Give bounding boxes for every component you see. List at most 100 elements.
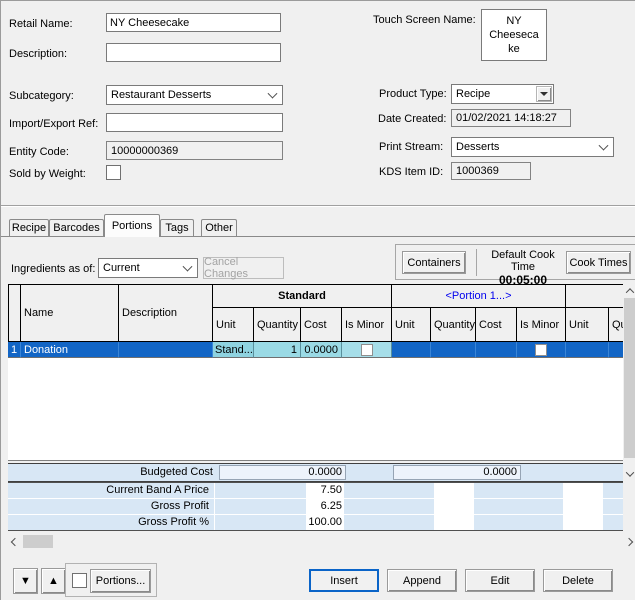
kds-item-id-field: 1000369 — [451, 162, 531, 180]
append-button[interactable]: Append — [387, 569, 457, 592]
divider — [476, 249, 477, 276]
summary-row-label: Current Band A Price — [8, 483, 214, 498]
date-created-field: 01/02/2021 14:18:27 — [451, 109, 571, 127]
dropdown-button[interactable] — [536, 86, 552, 102]
group-header-portion-1[interactable]: <Portion 1...> — [392, 284, 566, 308]
kds-item-id-label: KDS Item ID: — [379, 166, 443, 178]
tab-recipe[interactable]: Recipe — [9, 219, 49, 236]
portions-label: Portions... — [96, 575, 146, 587]
cell-portion-unit[interactable] — [392, 342, 431, 358]
insert-label: Insert — [330, 575, 358, 587]
default-cook-time: Default Cook Time 00:05:00 — [480, 249, 566, 287]
ingredients-as-of-label: Ingredients as of: — [11, 263, 95, 275]
chevron-down-icon — [268, 89, 278, 99]
cell-next-quantity[interactable] — [609, 342, 623, 358]
tab-tags[interactable]: Tags — [160, 219, 194, 236]
column-header-unit: Unit — [213, 308, 254, 342]
vertical-scrollbar-thumb[interactable] — [624, 298, 635, 458]
move-down-button[interactable]: ▼ — [13, 568, 38, 594]
portions-checkbox[interactable] — [72, 573, 87, 588]
column-header-is-minor: Is Minor — [342, 308, 392, 342]
cell-portion-cost[interactable] — [476, 342, 517, 358]
tab-other[interactable]: Other — [201, 219, 237, 236]
edit-label: Edit — [491, 575, 510, 587]
column-header-is-minor: Is Minor — [517, 308, 566, 342]
summary-row: Gross Profit 6.25 — [8, 499, 623, 515]
cell-next-unit[interactable] — [566, 342, 609, 358]
entity-code-label: Entity Code: — [9, 146, 69, 158]
summary-value-standard: 6.25 — [306, 499, 344, 514]
cook-times-button[interactable]: Cook Times — [566, 251, 631, 274]
scroll-down-button[interactable] — [623, 467, 635, 480]
cell-standard-cost[interactable]: 0.0000 — [301, 342, 342, 358]
cell-standard-unit[interactable]: Stand... — [213, 342, 254, 358]
summary-value-standard: 100.00 — [306, 515, 344, 530]
cell-standard-quantity[interactable]: 1 — [254, 342, 301, 358]
product-type-value: Recipe — [456, 88, 490, 100]
insert-button[interactable]: Insert — [309, 569, 379, 592]
subcategory-select[interactable]: Restaurant Desserts — [106, 85, 283, 105]
column-header-quantity: Quantity — [431, 308, 476, 342]
containers-label: Containers — [407, 257, 460, 269]
touch-screen-name-field[interactable]: NY Cheeseca ke — [481, 9, 547, 61]
portions-button[interactable]: Portions... — [90, 569, 151, 593]
summary-value-portion — [434, 515, 474, 530]
cell-description[interactable] — [119, 342, 213, 358]
row-number-cell[interactable]: 1 — [8, 342, 21, 358]
budgeted-cost-portion-field: 0.0000 — [393, 465, 521, 480]
cell-name[interactable]: Donation — [21, 342, 119, 358]
portions-group: Portions... — [65, 563, 157, 597]
cell-portion-quantity[interactable] — [431, 342, 476, 358]
tab-barcodes[interactable]: Barcodes — [49, 219, 104, 236]
summary-row-label: Gross Profit % — [8, 515, 214, 530]
description-label: Description: — [9, 48, 67, 60]
move-up-button[interactable]: ▲ — [41, 568, 66, 594]
summary-value-portion — [434, 483, 474, 498]
summary-value-portion — [434, 499, 474, 514]
import-export-input[interactable] — [106, 113, 283, 132]
summary-row-label: Gross Profit — [8, 499, 214, 514]
summary-value-standard: 7.50 — [306, 483, 344, 498]
budgeted-cost-standard-field: 0.0000 — [219, 465, 346, 480]
summary-row: Gross Profit % 100.00 — [8, 515, 623, 530]
cook-times-label: Cook Times — [569, 257, 627, 269]
horizontal-scrollbar-thumb[interactable] — [23, 535, 53, 548]
is-minor-checkbox[interactable] — [535, 344, 547, 356]
retail-name-label: Retail Name: — [9, 18, 73, 30]
triangle-up-icon: ▲ — [48, 575, 59, 587]
scroll-right-button[interactable] — [622, 534, 635, 549]
print-stream-select[interactable]: Desserts — [451, 137, 614, 157]
summary-value-next — [563, 483, 603, 498]
price-summary: Current Band A Price 7.50 Gross Profit 6… — [8, 482, 623, 531]
scroll-left-button[interactable] — [8, 534, 22, 549]
summary-value-next — [563, 515, 603, 530]
cook-time-panel: Containers Default Cook Time 00:05:00 Co… — [395, 244, 635, 280]
ingredients-as-of-select[interactable]: Current — [98, 258, 198, 278]
group-header-next — [566, 284, 623, 308]
containers-button[interactable]: Containers — [402, 251, 466, 274]
kds-item-id-value: 1000369 — [456, 165, 499, 177]
tab-label: Other — [205, 222, 233, 234]
column-header-cost: Cost — [301, 308, 342, 342]
sold-by-weight-label: Sold by Weight: — [9, 168, 86, 180]
retail-name-input[interactable] — [106, 13, 281, 32]
cancel-changes-button: Cancel Changes — [203, 257, 284, 279]
is-minor-checkbox[interactable] — [361, 344, 373, 356]
touch-screen-name-label: Touch Screen Name: — [373, 14, 476, 26]
divider — [1, 206, 635, 207]
horizontal-scrollbar[interactable] — [8, 534, 635, 549]
tab-label: Tags — [165, 222, 188, 234]
tab-portions[interactable]: Portions — [104, 214, 160, 237]
scroll-up-button[interactable] — [623, 284, 635, 297]
budgeted-cost-label: Budgeted Cost — [8, 464, 218, 481]
append-label: Append — [403, 575, 441, 587]
subcategory-label: Subcategory: — [9, 90, 74, 102]
product-type-select[interactable]: Recipe — [451, 84, 554, 104]
vertical-scrollbar[interactable] — [623, 284, 635, 480]
description-input[interactable] — [106, 43, 281, 62]
edit-button[interactable]: Edit — [465, 569, 535, 592]
column-header-unit: Unit — [392, 308, 431, 342]
sold-by-weight-checkbox[interactable] — [106, 165, 121, 180]
delete-button[interactable]: Delete — [543, 569, 613, 592]
summary-value-next — [563, 499, 603, 514]
